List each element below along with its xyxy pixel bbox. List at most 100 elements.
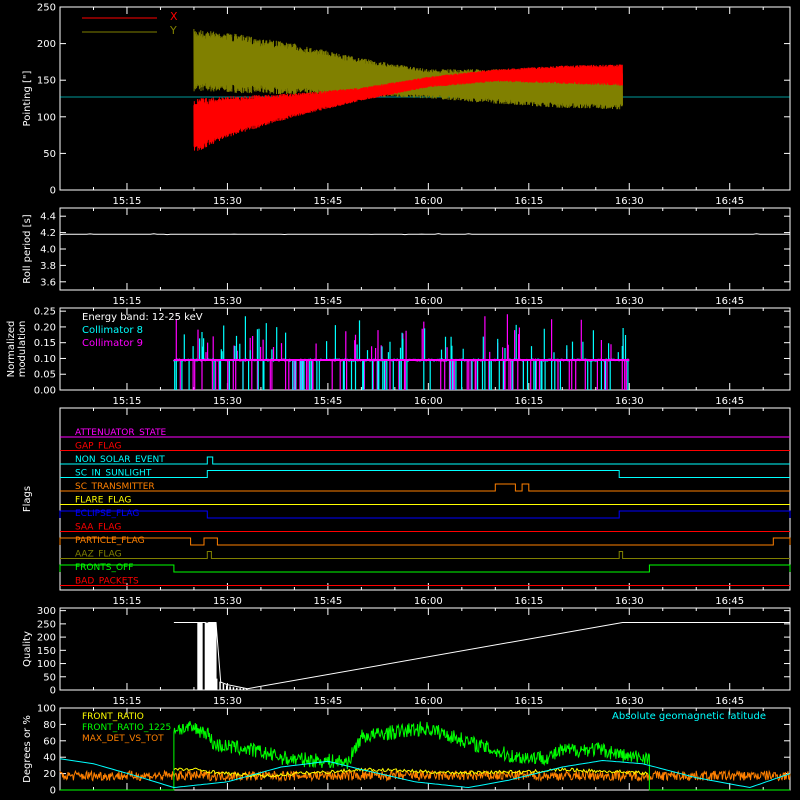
time-tick-label: 15:15	[113, 596, 142, 607]
panel-frame	[59, 607, 791, 691]
y-tick-label: 0.00	[34, 386, 56, 397]
legend-front-ratio: FRONT_RATIO	[82, 712, 144, 722]
y-tick-label: 100	[37, 659, 56, 670]
flag-label-saa-flag: SAA_FLAG	[75, 523, 121, 533]
time-tick-label: 15:15	[113, 696, 142, 707]
energy-band-annotation: Energy band: 12-25 keV	[82, 312, 203, 323]
time-tick-label: 16:15	[514, 696, 543, 707]
flag-line-eclipse-flag	[59, 510, 791, 519]
y-axis-label: Flags	[22, 486, 33, 512]
figure-canvas: 15:15 15:30 15:45 16:00 16:15 16:30 16:45 0 50 10…	[6, 3, 791, 797]
time-tick-label: 15:30	[213, 596, 242, 607]
panel-quality: 15:15 15:30 15:45 16:00 16:15 16:30 16:45 0 50 10…	[22, 606, 791, 707]
y-tick-label: 40	[43, 753, 56, 764]
legend-front-ratio-1225: FRONT_RATIO_1225	[82, 723, 171, 733]
time-tick-label: 15:30	[213, 296, 242, 307]
flag-label-gap-flag: GAP_FLAG	[75, 442, 121, 452]
y-tick-label: 150	[37, 646, 56, 657]
y-tick-label: 4.2	[40, 228, 56, 239]
y-tick-label: 4.4	[40, 212, 56, 223]
flag-line-sc-in-sunlight	[60, 470, 790, 478]
flag-label-sc-in-sunlight: SC_IN_SUNLIGHT	[75, 469, 152, 479]
time-tick-label: 15:15	[113, 296, 142, 307]
y-tick-label: 200	[37, 633, 56, 644]
y-tick-label: 20	[43, 769, 56, 780]
modulation-collimator-8	[173, 316, 630, 390]
y-tick-label: 0	[50, 786, 56, 797]
y-axis-label: Pointing ["]	[22, 70, 33, 126]
flag-line-non-solar-event	[60, 456, 790, 465]
quality-block	[197, 622, 203, 690]
y-tick-label: 200	[37, 39, 56, 50]
y-tick-label: 0	[50, 186, 56, 197]
y-axis-label: Roll period [s]	[22, 214, 33, 283]
flag-label-eclipse-flag: ECLIPSE_FLAG	[75, 509, 139, 519]
time-tick-label: 16:15	[514, 396, 543, 407]
y-axis-label: modulation	[17, 321, 28, 378]
flag-label-fronts-off: FRONTS_OFF	[75, 563, 133, 573]
y-tick-label: 50	[43, 672, 56, 683]
y-axis-label: Normalized	[6, 321, 17, 378]
panel-latitude: 0 20 40 60 80 100 Degrees or % FRONT_RATIOFRONT…	[22, 704, 791, 797]
y-tick-label: 150	[37, 76, 56, 87]
geomagnetic-latitude-annotation: Absolute geomagnetic latitude	[612, 711, 766, 722]
y-tick-label: 50	[43, 149, 56, 160]
y-tick-label: 3.8	[40, 261, 56, 272]
time-tick-label: 16:00	[414, 696, 443, 707]
time-tick-label: 16:45	[715, 296, 744, 307]
flag-line-aaz-flag	[60, 551, 790, 559]
time-tick-label: 16:45	[715, 596, 744, 607]
y-tick-label: 60	[43, 736, 56, 747]
panel-pointing: 15:15 15:30 15:45 16:00 16:15 16:30 16:45 0 50 10…	[22, 3, 791, 207]
time-tick-label: 16:15	[514, 596, 543, 607]
y-axis-label: Quality	[22, 631, 33, 667]
time-tick-label: 16:45	[715, 196, 744, 207]
time-tick-label: 16:00	[414, 296, 443, 307]
flag-label-flare-flag: FLARE_FLAG	[75, 496, 131, 506]
time-tick-label: 15:45	[313, 296, 342, 307]
y-tick-label: 0.15	[34, 338, 56, 349]
panel-flags: 15:15 15:30 15:45 16:00 16:15 16:30 16:45 Flags…	[22, 407, 791, 607]
quality-line	[173, 622, 790, 691]
time-tick-label: 15:45	[313, 196, 342, 207]
roll-period-line	[59, 233, 790, 236]
flag-label-aaz-flag: AAZ_FLAG	[75, 550, 122, 560]
flag-line-particle-flag	[59, 537, 791, 546]
time-tick-label: 16:30	[615, 296, 644, 307]
time-tick-label: 15:45	[313, 596, 342, 607]
time-tick-label: 15:15	[113, 396, 142, 407]
time-tick-label: 15:30	[213, 696, 242, 707]
panel-modulation: 15:15 15:30 15:45 16:00 16:15 16:30 16:45 0.00 0…	[6, 307, 791, 407]
y-tick-label: 80	[43, 720, 56, 731]
y-tick-label: 4.0	[40, 245, 56, 256]
time-tick-label: 15:15	[113, 196, 142, 207]
flag-label-bad-packets: BAD_PACKETS	[75, 577, 139, 587]
panel-frame	[59, 207, 791, 291]
y-tick-label: 0.20	[34, 322, 56, 333]
legend-max-det-vs-tot: MAX_DET_VS_TOT	[82, 734, 164, 744]
time-tick-label: 16:30	[615, 696, 644, 707]
time-tick-label: 16:45	[715, 396, 744, 407]
time-tick-label: 16:00	[414, 196, 443, 207]
time-tick-label: 15:45	[313, 396, 342, 407]
time-tick-label: 16:30	[615, 396, 644, 407]
legend-collimator-8: Collimator 8	[82, 325, 143, 336]
panel-frame	[59, 407, 791, 591]
flag-label-particle-flag: PARTICLE_FLAG	[75, 536, 145, 546]
panel-roll: 15:15 15:30 15:45 16:00 16:15 16:30 16:45 3.6 3.…	[22, 207, 791, 307]
time-tick-label: 16:30	[615, 596, 644, 607]
series-max-det-vs-tot	[59, 769, 791, 783]
time-tick-label: 16:00	[414, 596, 443, 607]
y-tick-label: 250	[37, 3, 56, 14]
time-tick-label: 16:00	[414, 396, 443, 407]
flag-label-non-solar-event: NON_SOLAR_EVENT	[75, 455, 165, 465]
y-tick-label: 250	[37, 619, 56, 630]
flag-line-fronts-off	[59, 564, 791, 573]
time-tick-label: 15:30	[213, 396, 242, 407]
time-tick-label: 16:15	[514, 296, 543, 307]
time-tick-label: 15:45	[313, 696, 342, 707]
flag-line-sc-transmitter	[60, 483, 790, 492]
y-tick-label: 100	[37, 112, 56, 123]
y-tick-label: 0.25	[34, 307, 56, 318]
time-tick-label: 16:45	[715, 696, 744, 707]
